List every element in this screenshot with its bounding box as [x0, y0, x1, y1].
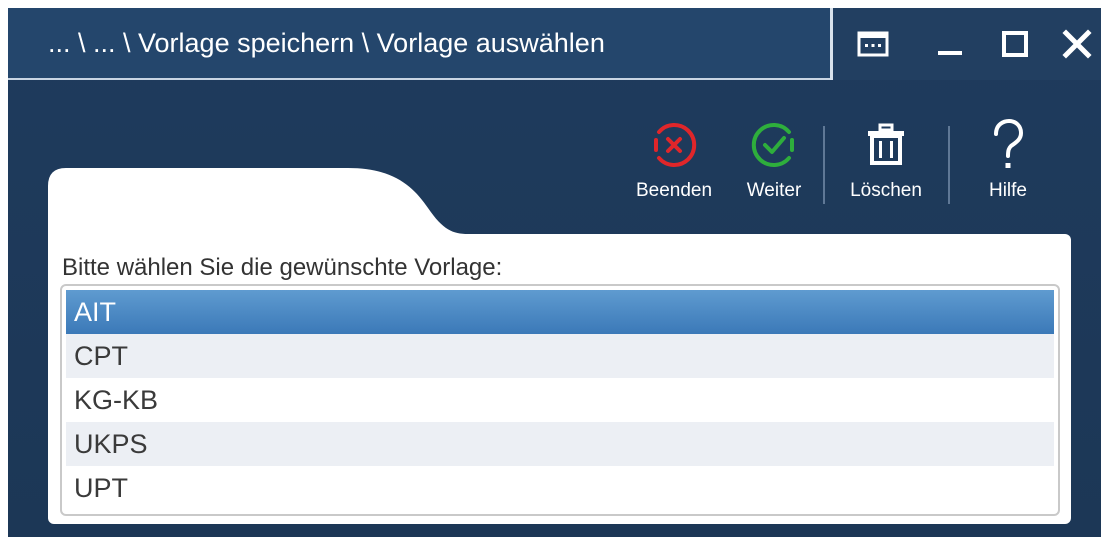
toolbar-separator	[948, 126, 950, 204]
list-item-label: KG-KB	[74, 385, 159, 415]
toolbar-separator	[823, 126, 825, 204]
close-button[interactable]	[1055, 22, 1099, 66]
loeschen-label: Löschen	[850, 180, 922, 201]
list-item[interactable]: UKPS	[66, 422, 1054, 466]
x-circle-icon	[654, 123, 697, 167]
keyboard-button[interactable]	[851, 22, 895, 66]
list-item[interactable]: KG-KB	[66, 378, 1054, 422]
weiter-button[interactable]: Weiter	[724, 114, 824, 214]
title-bar: ... \ ... \ Vorlage speichern \ Vorlage …	[8, 8, 1101, 80]
list-item[interactable]: UPT	[66, 466, 1054, 510]
loeschen-button[interactable]: Löschen	[836, 114, 936, 214]
maximize-button[interactable]	[993, 22, 1037, 66]
beenden-button[interactable]: Beenden	[624, 114, 724, 214]
list-item-label: CPT	[74, 341, 128, 371]
title-area: ... \ ... \ Vorlage speichern \ Vorlage …	[8, 8, 830, 80]
check-circle-icon	[751, 123, 794, 167]
maximize-icon	[1002, 31, 1028, 57]
list-item-label: UPT	[74, 473, 128, 503]
application-window: ... \ ... \ Vorlage speichern \ Vorlage …	[8, 8, 1101, 537]
hilfe-button[interactable]: Hilfe	[958, 114, 1058, 214]
window-controls	[830, 8, 1101, 80]
template-listbox[interactable]: AIT CPT KG-KB UKPS UPT	[60, 284, 1060, 516]
question-icon	[994, 118, 1024, 168]
hilfe-label: Hilfe	[988, 180, 1027, 201]
panel-tab	[48, 168, 468, 240]
minimize-icon	[938, 51, 962, 55]
list-item-label: AIT	[74, 297, 117, 327]
minimize-button[interactable]	[928, 22, 972, 66]
list-item-label: UKPS	[74, 429, 148, 459]
content-panel: Bitte wählen Sie die gewünschte Vorlage:…	[48, 234, 1071, 524]
beenden-label: Beenden	[635, 180, 713, 201]
list-item[interactable]: AIT	[66, 290, 1054, 334]
keyboard-icon	[857, 31, 889, 57]
window-title: ... \ ... \ Vorlage speichern \ Vorlage …	[48, 27, 605, 58]
trash-icon	[868, 123, 904, 165]
list-item[interactable]: CPT	[66, 334, 1054, 378]
close-icon	[1062, 29, 1092, 59]
weiter-label: Weiter	[746, 180, 802, 201]
prompt-label: Bitte wählen Sie die gewünschte Vorlage:	[62, 254, 503, 281]
